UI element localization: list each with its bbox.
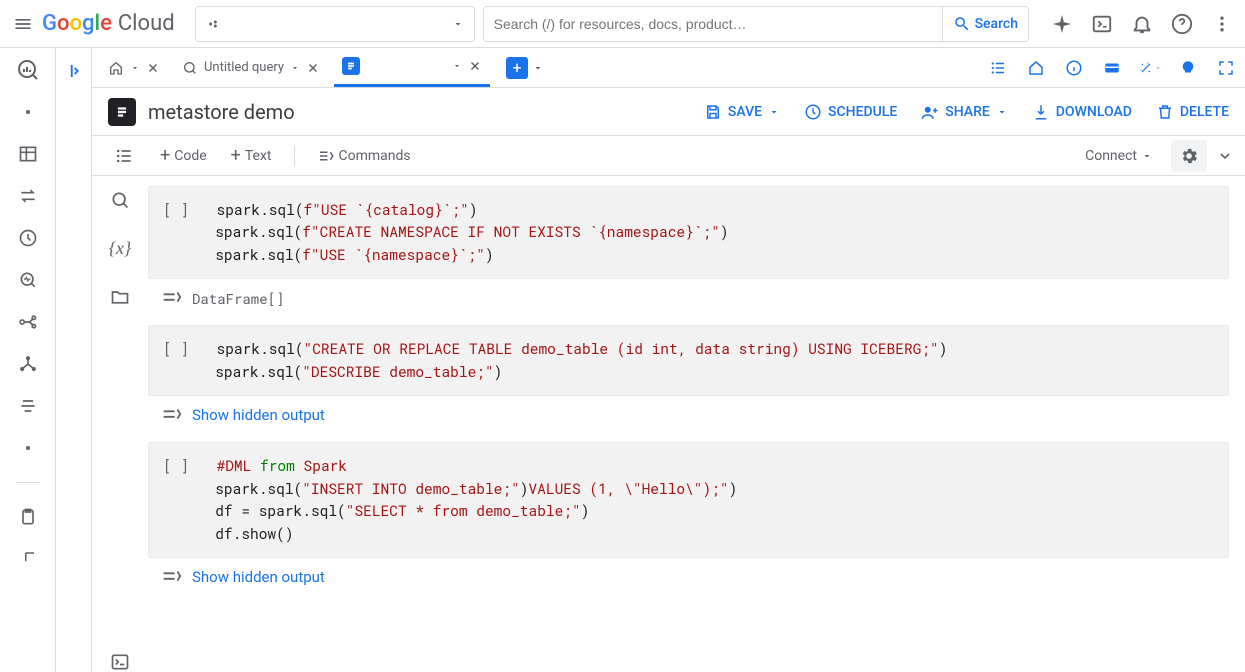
bigquery-icon[interactable] [16,58,40,82]
save-button[interactable]: SAVE [704,103,780,121]
schedule-button[interactable]: SCHEDULE [804,103,897,121]
align-icon[interactable] [16,394,40,418]
tab-notebook[interactable] [334,48,490,87]
lightbulb-icon[interactable] [1177,57,1199,79]
find-icon[interactable] [110,190,130,210]
code-cell[interactable]: [ ] spark.sql(f"USE `{catalog}`;") spark… [148,186,1229,311]
more-icon[interactable] [1211,13,1233,35]
variables-icon[interactable]: {x} [109,238,131,259]
card-icon[interactable] [1101,57,1123,79]
dot2-icon[interactable] [16,436,40,460]
search-icon [953,15,971,33]
chevron-down-icon[interactable] [1217,148,1233,164]
new-tab-button[interactable]: + [506,57,528,79]
cloud-label: Cloud [118,11,175,36]
menu-icon[interactable] [12,13,34,35]
cell-output-toggle[interactable]: Show hidden output [148,396,1229,428]
delete-button[interactable]: DELETE [1156,103,1229,121]
new-tab-caret[interactable] [532,62,544,74]
expand-icon[interactable] [16,547,40,571]
terminal-icon[interactable] [110,652,130,672]
cell-output-toggle[interactable]: Show hidden output [148,558,1229,590]
dot-icon[interactable] [16,100,40,124]
list-icon[interactable] [987,57,1009,79]
schedule-icon[interactable] [16,226,40,250]
home-icon[interactable] [1025,57,1047,79]
cloud-shell-icon[interactable] [1091,13,1113,35]
toc-icon[interactable] [114,146,134,166]
google-cloud-logo[interactable]: Google Cloud [42,11,175,36]
transfer-icon[interactable] [16,184,40,208]
commands-button[interactable]: Commands [309,143,419,169]
share-button[interactable]: SHARE [921,103,1008,121]
search-input[interactable] [494,16,942,32]
document-title[interactable]: metastore demo [148,100,295,124]
monitor-icon[interactable] [16,268,40,292]
info-icon[interactable] [1063,57,1085,79]
collapse-panel-button[interactable] [65,62,83,672]
search-button[interactable]: Search [942,7,1018,41]
files-icon[interactable] [110,287,130,307]
settings-button[interactable] [1171,140,1207,172]
notifications-icon[interactable] [1131,13,1153,35]
dataflow-icon[interactable] [16,310,40,334]
table-icon[interactable] [16,142,40,166]
add-text-button[interactable]: +Text [223,143,280,169]
search-box[interactable]: Search [483,6,1029,42]
close-icon[interactable] [146,61,160,75]
download-button[interactable]: DOWNLOAD [1032,103,1132,121]
project-selector[interactable] [195,6,475,42]
connect-button[interactable]: Connect [1077,144,1161,168]
lineage-icon[interactable] [16,352,40,376]
help-icon[interactable] [1171,13,1193,35]
clipboard-icon[interactable] [16,505,40,529]
gemini-icon[interactable] [1051,13,1073,35]
notebook-icon [108,98,136,126]
code-cell[interactable]: [ ] #DML from Spark spark.sql("INSERT IN… [148,442,1229,590]
add-code-button[interactable]: +Code [152,143,215,169]
code-cell[interactable]: [ ] spark.sql("CREATE OR REPLACE TABLE d… [148,325,1229,428]
caret-down-icon [452,18,464,30]
tab-home[interactable] [100,48,168,87]
wand-icon[interactable] [1139,57,1161,79]
left-rail [0,48,56,672]
cell-output-toggle: DataFrame[] [148,279,1229,311]
close-icon[interactable] [468,59,482,73]
notebook-doc-icon [342,57,360,75]
tab-untitled-query[interactable]: Untitled query [174,48,328,87]
close-icon[interactable] [306,61,320,75]
fullscreen-icon[interactable] [1215,57,1237,79]
